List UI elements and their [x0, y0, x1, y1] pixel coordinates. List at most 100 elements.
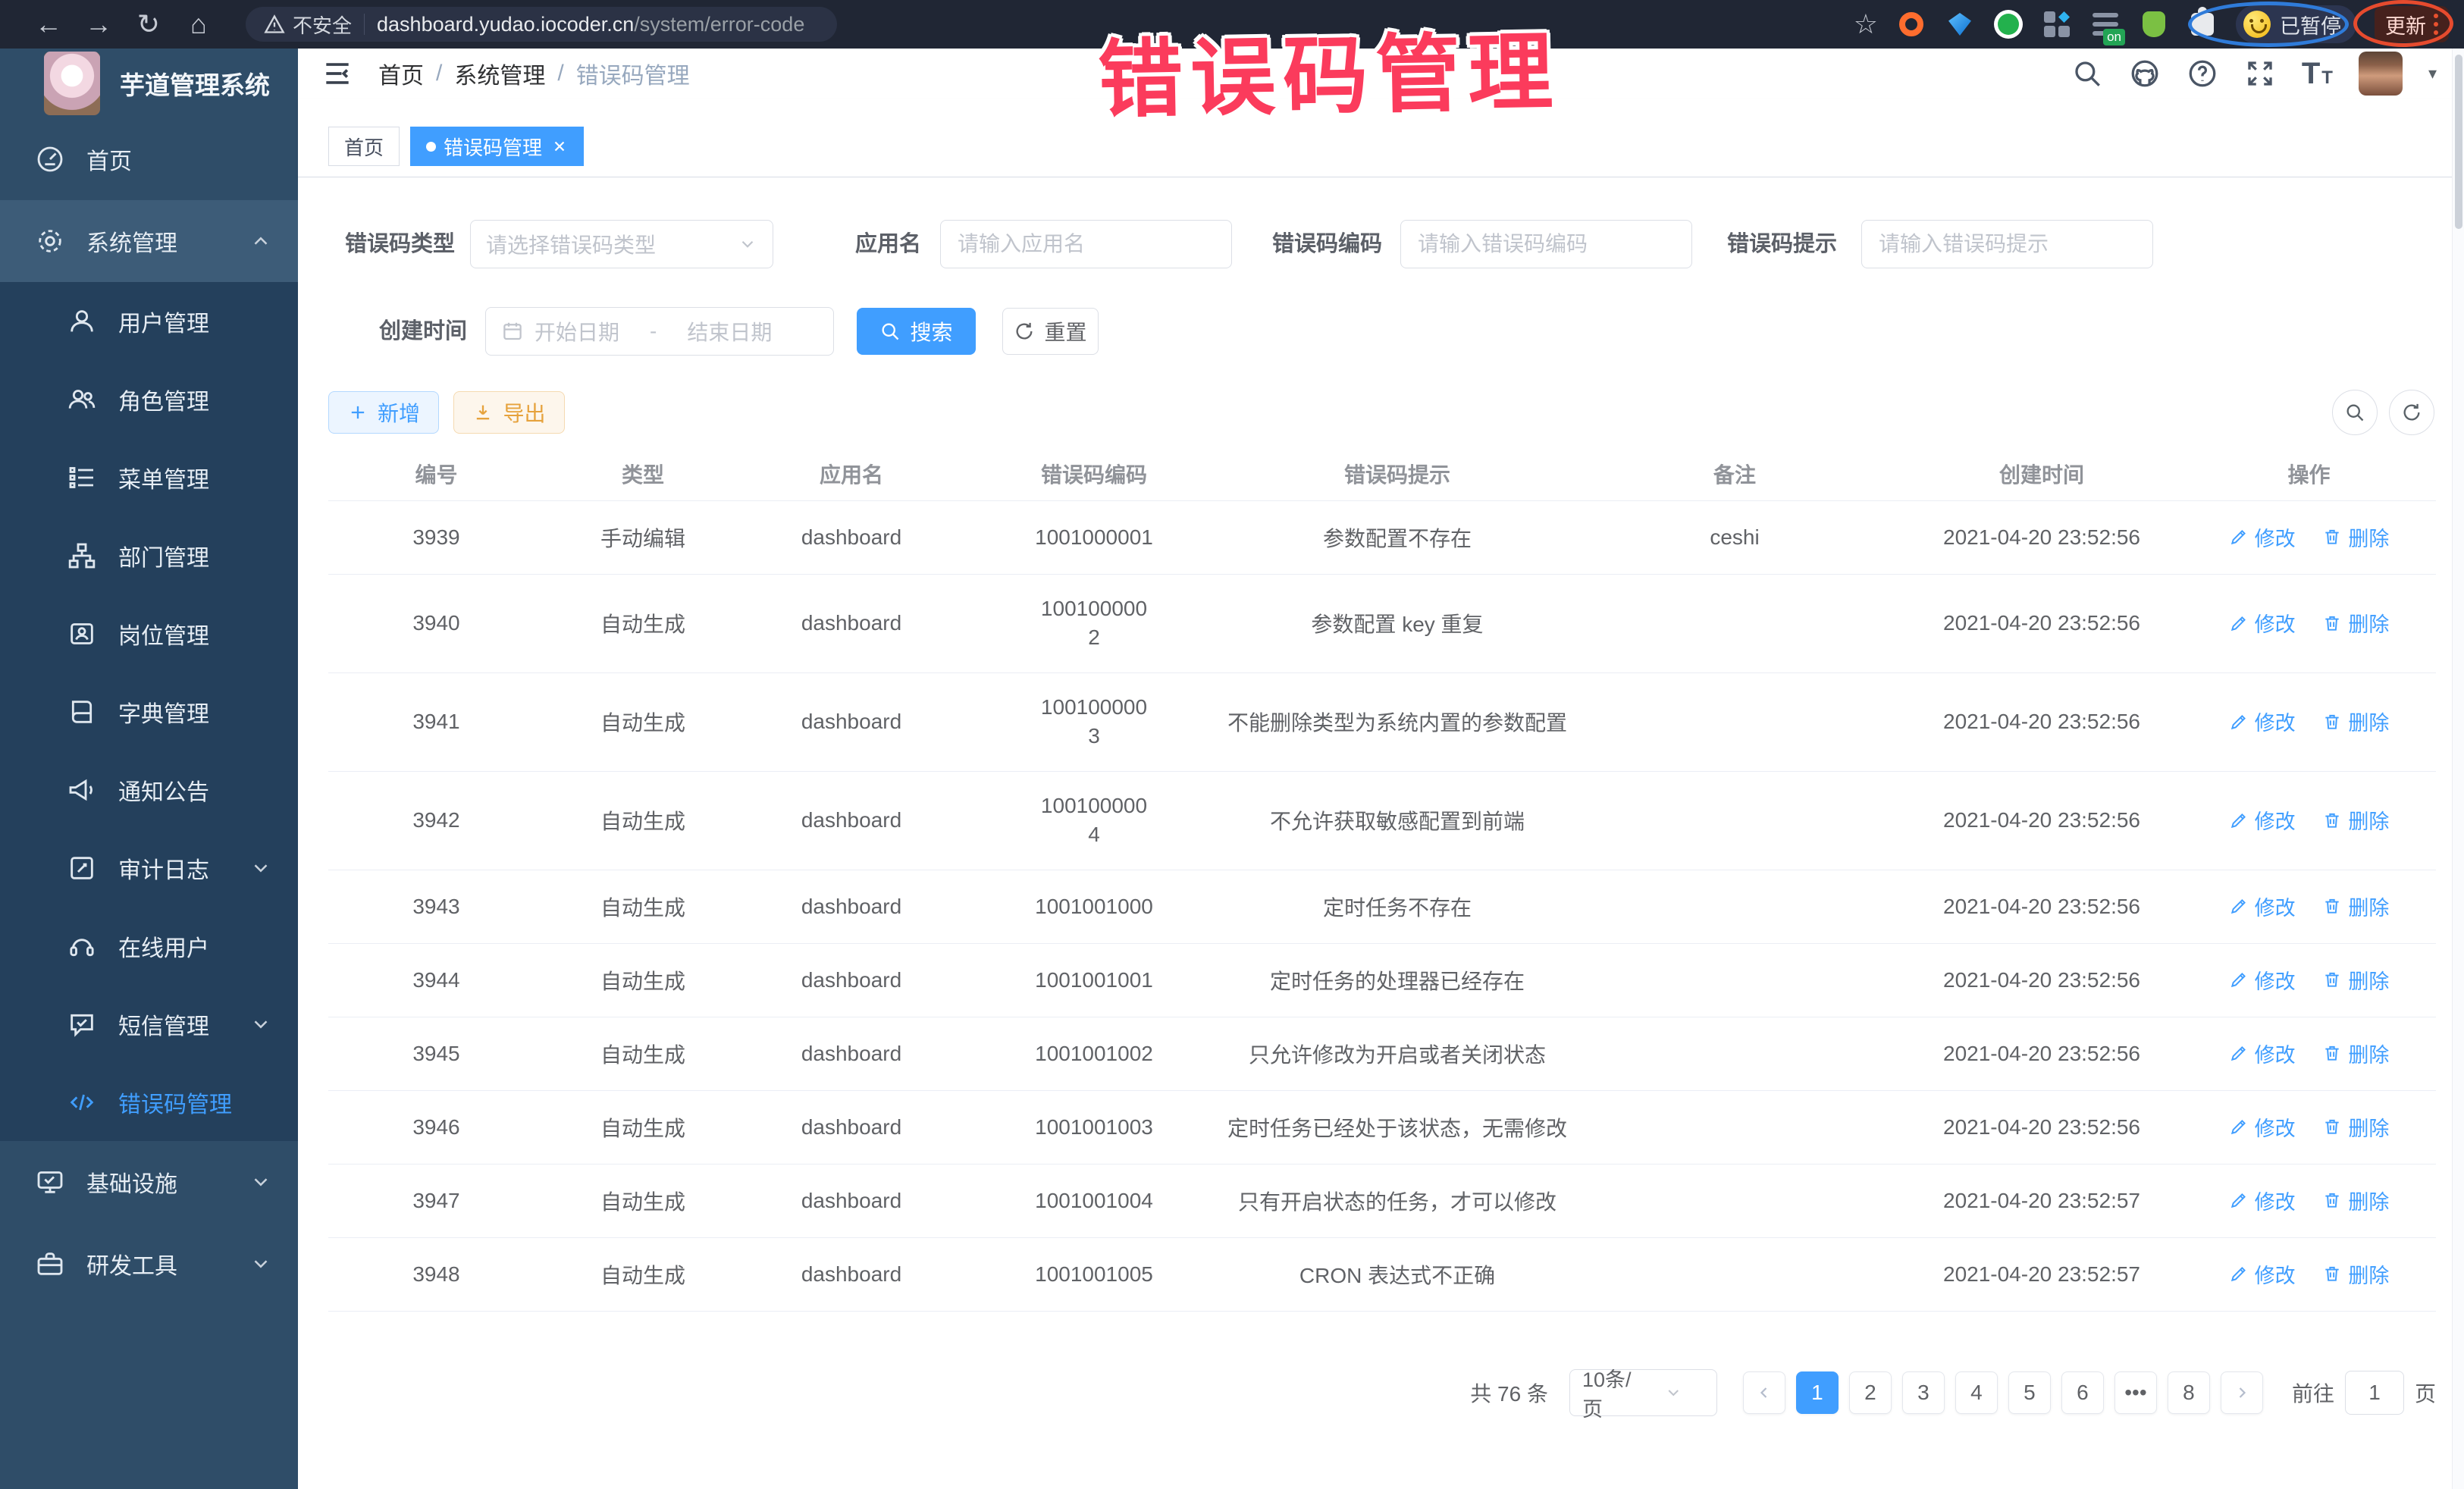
sidebar-item-departments[interactable]: 部门管理 [0, 516, 298, 594]
delete-link[interactable]: 删除 [2322, 608, 2389, 638]
edit-link[interactable]: 修改 [2229, 1112, 2296, 1142]
app-logo[interactable]: 芋道管理系统 [0, 49, 298, 118]
edit-link[interactable]: 修改 [2229, 707, 2296, 736]
extension-icon-green-check[interactable] [1993, 9, 2024, 39]
edit-link[interactable]: 修改 [2229, 805, 2296, 835]
delete-link[interactable]: 删除 [2322, 522, 2389, 552]
org-tree-icon [67, 541, 97, 571]
extensions-puzzle-icon[interactable] [2187, 9, 2218, 39]
sidebar-item-online-users[interactable]: 在线用户 [0, 907, 298, 985]
paused-extension-badge[interactable]: 已暂停 [2236, 5, 2356, 43]
sidebar-item-users[interactable]: 用户管理 [0, 282, 298, 360]
delete-link[interactable]: 删除 [2322, 965, 2389, 995]
delete-link[interactable]: 删除 [2322, 707, 2389, 736]
delete-link-label: 删除 [2348, 1112, 2389, 1142]
sidebar-item-notices[interactable]: 通知公告 [0, 751, 298, 829]
page-button-3[interactable]: 3 [1902, 1371, 1945, 1414]
cell-actions: 修改 删除 [2182, 1237, 2436, 1311]
app-name-input[interactable] [940, 220, 1232, 268]
browser-reload-icon[interactable] [132, 0, 165, 49]
page-ellipsis-button[interactable]: ••• [2114, 1371, 2157, 1414]
fullscreen-icon[interactable] [2244, 58, 2276, 89]
sidebar-item-error-codes[interactable]: 错误码管理 [0, 1063, 298, 1141]
page-button-8[interactable]: 8 [2168, 1371, 2210, 1414]
edit-link[interactable]: 修改 [2229, 522, 2296, 552]
page-button-2[interactable]: 2 [1849, 1371, 1892, 1414]
date-range-picker[interactable]: 开始日期 - 结束日期 [485, 307, 834, 356]
sidebar-item-sms[interactable]: 短信管理 [0, 985, 298, 1063]
browser-forward-icon[interactable] [82, 0, 115, 49]
bookmark-star-icon[interactable] [1854, 8, 1878, 40]
github-icon[interactable] [2129, 58, 2161, 89]
sidebar-item-dev-tools[interactable]: 研发工具 [0, 1223, 298, 1305]
sidebar-item-dictionary[interactable]: 字典管理 [0, 672, 298, 751]
tab-error-codes[interactable]: 错误码管理 [410, 127, 584, 166]
sidebar-item-menus[interactable]: 菜单管理 [0, 438, 298, 516]
user-avatar[interactable] [2359, 52, 2403, 96]
error-type-select[interactable]: 请选择错误码类型 [470, 220, 773, 268]
page-button-6[interactable]: 6 [2061, 1371, 2104, 1414]
page-button-5[interactable]: 5 [2008, 1371, 2051, 1414]
extension-icon-orange[interactable] [1896, 9, 1926, 39]
tab-close-icon[interactable] [551, 138, 568, 155]
cell-message: 只有开启状态的任务，才可以修改 [1227, 1164, 1568, 1237]
extension-icon-plug[interactable] [2139, 9, 2169, 39]
sidebar-item-home[interactable]: 首页 [0, 118, 298, 200]
delete-link[interactable]: 删除 [2322, 1259, 2389, 1289]
edit-link[interactable]: 修改 [2229, 965, 2296, 995]
sidebar-item-roles[interactable]: 角色管理 [0, 360, 298, 438]
extension-icon-list-on[interactable]: on [2090, 9, 2121, 39]
avatar-dropdown-icon[interactable] [2428, 64, 2437, 83]
edit-link[interactable]: 修改 [2229, 1039, 2296, 1068]
browser-update-button[interactable]: 更新 [2375, 6, 2449, 42]
edit-link[interactable]: 修改 [2229, 608, 2296, 638]
export-button[interactable]: 导出 [453, 391, 565, 434]
prev-page-button[interactable] [1743, 1371, 1785, 1414]
font-size-icon[interactable] [2302, 57, 2333, 91]
next-page-button[interactable] [2221, 1371, 2263, 1414]
delete-link[interactable]: 删除 [2322, 1039, 2389, 1068]
edit-link[interactable]: 修改 [2229, 892, 2296, 921]
tab-home[interactable]: 首页 [328, 127, 400, 166]
pencil-icon [2229, 1117, 2249, 1136]
page-button-1[interactable]: 1 [1796, 1371, 1839, 1414]
add-button[interactable]: 新增 [328, 391, 439, 434]
error-hint-input[interactable] [1861, 220, 2153, 268]
sidebar-item-posts[interactable]: 岗位管理 [0, 594, 298, 672]
address-bar[interactable]: 不安全 dashboard.yudao.iocoder.cn /system/e… [246, 7, 837, 42]
show-search-button[interactable] [2332, 390, 2378, 435]
sidebar-item-infrastructure[interactable]: 基础设施 [0, 1141, 298, 1223]
sidebar-item-system[interactable]: 系统管理 [0, 200, 298, 282]
sidebar-toggle-icon[interactable] [321, 57, 354, 90]
page-scrollbar[interactable] [2452, 49, 2464, 1489]
browser-back-icon[interactable] [32, 0, 65, 49]
scrollbar-thumb[interactable] [2455, 55, 2462, 229]
help-icon[interactable] [2187, 58, 2218, 89]
reset-button[interactable]: 重置 [1002, 308, 1099, 355]
column-header: 应用名 [741, 447, 961, 500]
edit-link[interactable]: 修改 [2229, 1186, 2296, 1215]
browser-home-icon[interactable] [182, 0, 215, 49]
breadcrumb-item-system[interactable]: 系统管理 [454, 57, 545, 90]
error-code-input[interactable] [1400, 220, 1692, 268]
delete-link[interactable]: 删除 [2322, 892, 2389, 921]
delete-link[interactable]: 删除 [2322, 805, 2389, 835]
extension-icon-grid[interactable] [2042, 9, 2072, 39]
delete-link[interactable]: 删除 [2322, 1186, 2389, 1215]
search-button[interactable]: 搜索 [857, 308, 976, 355]
refresh-table-button[interactable] [2389, 390, 2434, 435]
sidebar-item-audit-log[interactable]: 审计日志 [0, 829, 298, 907]
cell-message: 定时任务的处理器已经存在 [1227, 943, 1568, 1017]
search-icon[interactable] [2071, 58, 2103, 89]
breadcrumb-item-home[interactable]: 首页 [378, 57, 424, 90]
cell-time: 2021-04-20 23:52:56 [1901, 1090, 2182, 1164]
extension-icon-gem[interactable] [1945, 9, 1975, 39]
cell-type: 自动生成 [544, 672, 741, 771]
delete-link[interactable]: 删除 [2322, 1112, 2389, 1142]
goto-page-input[interactable] [2345, 1371, 2404, 1415]
page-button-4[interactable]: 4 [1955, 1371, 1998, 1414]
cell-type: 自动生成 [544, 870, 741, 943]
page-size-select[interactable]: 10条/页 [1569, 1369, 1717, 1416]
browser-menu-icon[interactable] [2434, 14, 2438, 35]
edit-link[interactable]: 修改 [2229, 1259, 2296, 1289]
